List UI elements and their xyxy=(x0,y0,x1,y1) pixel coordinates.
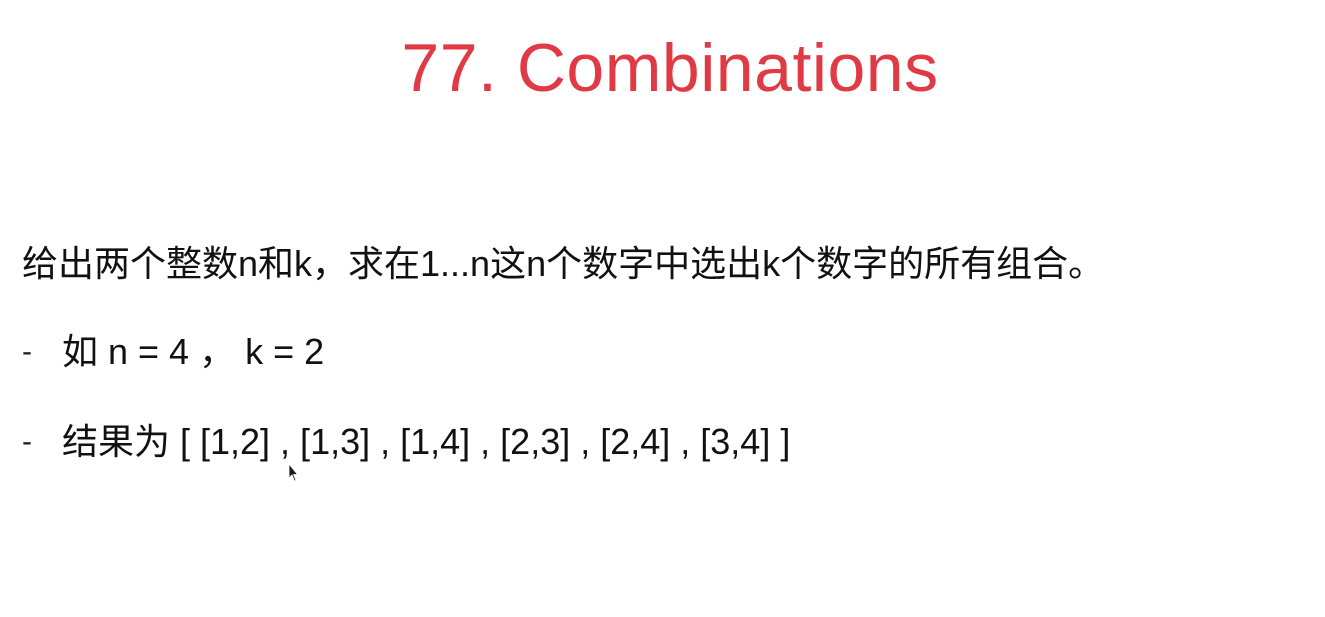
bullet-marker: - xyxy=(22,335,32,368)
bullet-marker: - xyxy=(22,425,32,458)
mouse-pointer-icon xyxy=(288,463,298,482)
example-output-bullet: - 结果为 [ [1,2] , [1,3] , [1,4] , [2,3] , [… xyxy=(22,418,790,466)
example-output-text: 结果为 [ [1,2] , [1,3] , [1,4] , [2,3] , [2… xyxy=(62,421,791,462)
slide-title: 77. Combinations xyxy=(401,30,939,106)
example-input-text: 如 n = 4 ， k = 2 xyxy=(62,331,325,372)
example-input-bullet: -如 n = 4 ， k = 2 xyxy=(22,328,324,376)
problem-description: 给出两个整数n和k，求在1...n这n个数字中选出k个数字的所有组合。 xyxy=(22,243,1105,284)
slide: 77. Combinations 给出两个整数n和k，求在1...n这n个数字中… xyxy=(0,0,1325,617)
